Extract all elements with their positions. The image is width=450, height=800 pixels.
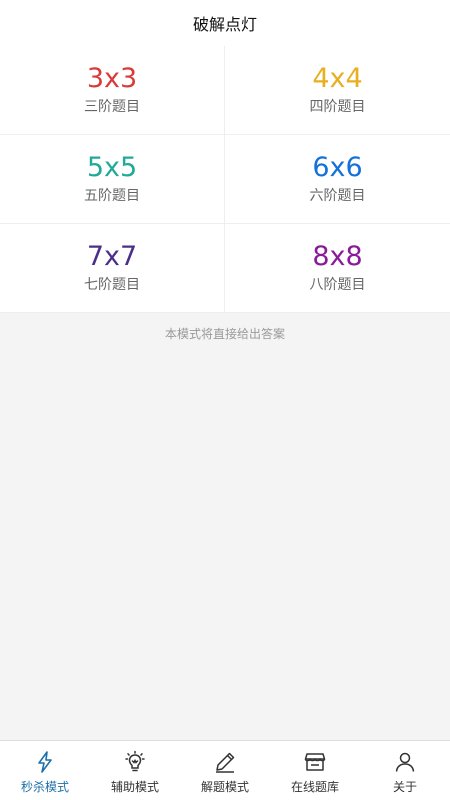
puzzle-label: 八阶题目 bbox=[309, 277, 366, 293]
tab-about[interactable]: 关于 bbox=[360, 741, 450, 800]
puzzle-size: 3x3 bbox=[86, 63, 138, 94]
tab-label: 关于 bbox=[392, 780, 417, 794]
tab-online-bank[interactable]: 在线题库 bbox=[270, 741, 360, 800]
puzzle-5x5-button[interactable]: 5x5 五阶题目 bbox=[0, 135, 225, 224]
puzzle-label: 七阶题目 bbox=[84, 277, 140, 293]
tab-label: 秒杀模式 bbox=[20, 780, 69, 794]
puzzle-size: 4x4 bbox=[312, 63, 363, 94]
tab-label: 辅助模式 bbox=[110, 780, 159, 794]
tab-assist-mode[interactable]: 辅助模式 bbox=[90, 741, 180, 800]
lightning-icon bbox=[38, 751, 52, 773]
lightbulb-icon bbox=[125, 750, 145, 772]
person-icon bbox=[395, 752, 415, 772]
puzzle-size: 5x5 bbox=[86, 152, 138, 183]
puzzle-label: 六阶题目 bbox=[309, 188, 366, 204]
page-title: 破解点灯 bbox=[192, 15, 257, 34]
puzzle-size: 6x6 bbox=[312, 152, 363, 183]
puzzle-label: 三阶题目 bbox=[84, 99, 140, 115]
tab-solve-mode[interactable]: 解题模式 bbox=[180, 741, 270, 800]
puzzle-label: 五阶题目 bbox=[84, 188, 140, 204]
puzzle-4x4-button[interactable]: 4x4 四阶题目 bbox=[225, 46, 450, 135]
pencil-icon bbox=[216, 752, 235, 773]
puzzle-grid: 3x3 三阶题目 4x4 四阶题目 5x5 五阶题目 6x6 六阶题目 7x7 … bbox=[0, 46, 450, 313]
tab-label: 在线题库 bbox=[290, 780, 339, 794]
puzzle-7x7-button[interactable]: 7x7 七阶题目 bbox=[0, 224, 225, 313]
storefront-icon bbox=[304, 753, 326, 771]
bottom-tab-bar: 秒杀模式 辅助模式 解题模式 在线题库 关于 bbox=[0, 740, 450, 800]
tab-instant-mode[interactable]: 秒杀模式 bbox=[0, 741, 90, 800]
puzzle-size: 7x7 bbox=[86, 241, 138, 272]
puzzle-size: 8x8 bbox=[312, 241, 363, 272]
puzzle-8x8-button[interactable]: 8x8 八阶题目 bbox=[225, 224, 450, 313]
app-header: 破解点灯 bbox=[0, 0, 450, 46]
puzzle-6x6-button[interactable]: 6x6 六阶题目 bbox=[225, 135, 450, 224]
mode-hint: 本模式将直接给出答案 bbox=[164, 327, 285, 341]
puzzle-3x3-button[interactable]: 3x3 三阶题目 bbox=[0, 46, 225, 135]
tab-label: 解题模式 bbox=[200, 780, 249, 794]
puzzle-label: 四阶题目 bbox=[309, 99, 366, 115]
